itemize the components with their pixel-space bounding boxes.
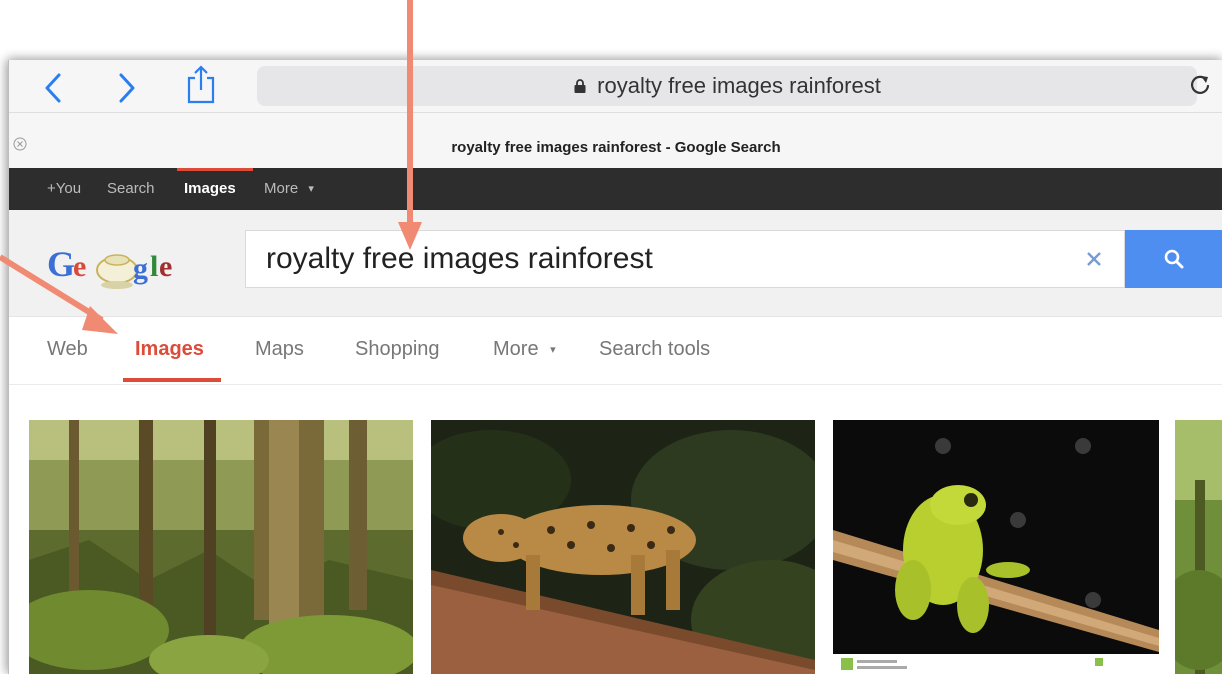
reload-icon: [1191, 75, 1210, 94]
share-icon: [187, 65, 215, 104]
search-input[interactable]: royalty free images rainforest: [245, 230, 1125, 288]
forward-button[interactable]: [107, 68, 147, 108]
image-result-frog[interactable]: [833, 420, 1159, 674]
browser-window: royalty free images rainforest royalty f…: [8, 60, 1222, 674]
caret-down-icon: ▾: [550, 343, 556, 356]
tab-more-label: More: [493, 338, 539, 360]
chevron-right-icon: [119, 73, 135, 103]
lock-icon: [573, 78, 587, 94]
tab-maps[interactable]: Maps: [255, 316, 304, 382]
search-header: G e g l e royalty free images rainforest: [9, 210, 1222, 317]
clear-icon: [1087, 252, 1101, 266]
image-result-rainforest[interactable]: [29, 420, 413, 674]
gbar-item-search[interactable]: Search: [107, 168, 155, 210]
tab-title[interactable]: royalty free images rainforest - Google …: [9, 139, 1222, 156]
caret-down-icon: ▾: [308, 183, 314, 196]
reload-button[interactable]: [1185, 70, 1215, 100]
google-doodle-logo[interactable]: G e g l e: [47, 238, 187, 294]
tab-images[interactable]: Images: [135, 316, 204, 382]
result-tabs: Web Images Maps Shopping More ▾ Search t…: [9, 316, 1222, 385]
gbar-more-label: More: [264, 180, 299, 197]
tab-images-underline: [123, 378, 221, 382]
tab-search-tools[interactable]: Search tools: [599, 316, 710, 382]
gbar-item-images[interactable]: Images: [184, 168, 236, 210]
search-icon: [1164, 249, 1184, 269]
share-button[interactable]: [181, 64, 221, 104]
gbar-item-more[interactable]: More ▾: [264, 168, 314, 210]
tab-web[interactable]: Web: [47, 316, 88, 382]
chevron-left-icon: [45, 73, 61, 103]
svg-text:g: g: [133, 252, 148, 285]
svg-text:e: e: [73, 250, 86, 283]
tab-more[interactable]: More ▾: [493, 316, 556, 382]
search-query-text: royalty free images rainforest: [266, 242, 653, 275]
image-result-jaguar[interactable]: [431, 420, 815, 674]
browser-toolbar: royalty free images rainforest: [9, 60, 1222, 112]
search-button[interactable]: [1125, 230, 1222, 288]
tab-bar: royalty free images rainforest - Google …: [9, 112, 1222, 169]
address-text: royalty free images rainforest: [597, 73, 881, 98]
image-result-forest[interactable]: [1175, 420, 1222, 674]
google-bar: +You Search Images More ▾: [9, 168, 1222, 210]
clear-search-button[interactable]: [1082, 247, 1106, 271]
tab-shopping[interactable]: Shopping: [355, 316, 440, 382]
back-button[interactable]: [33, 68, 73, 108]
svg-text:G: G: [47, 244, 75, 284]
gbar-item-you[interactable]: +You: [47, 168, 81, 210]
svg-text:e: e: [159, 250, 172, 283]
svg-text:l: l: [150, 250, 158, 283]
address-bar[interactable]: royalty free images rainforest: [257, 66, 1197, 106]
